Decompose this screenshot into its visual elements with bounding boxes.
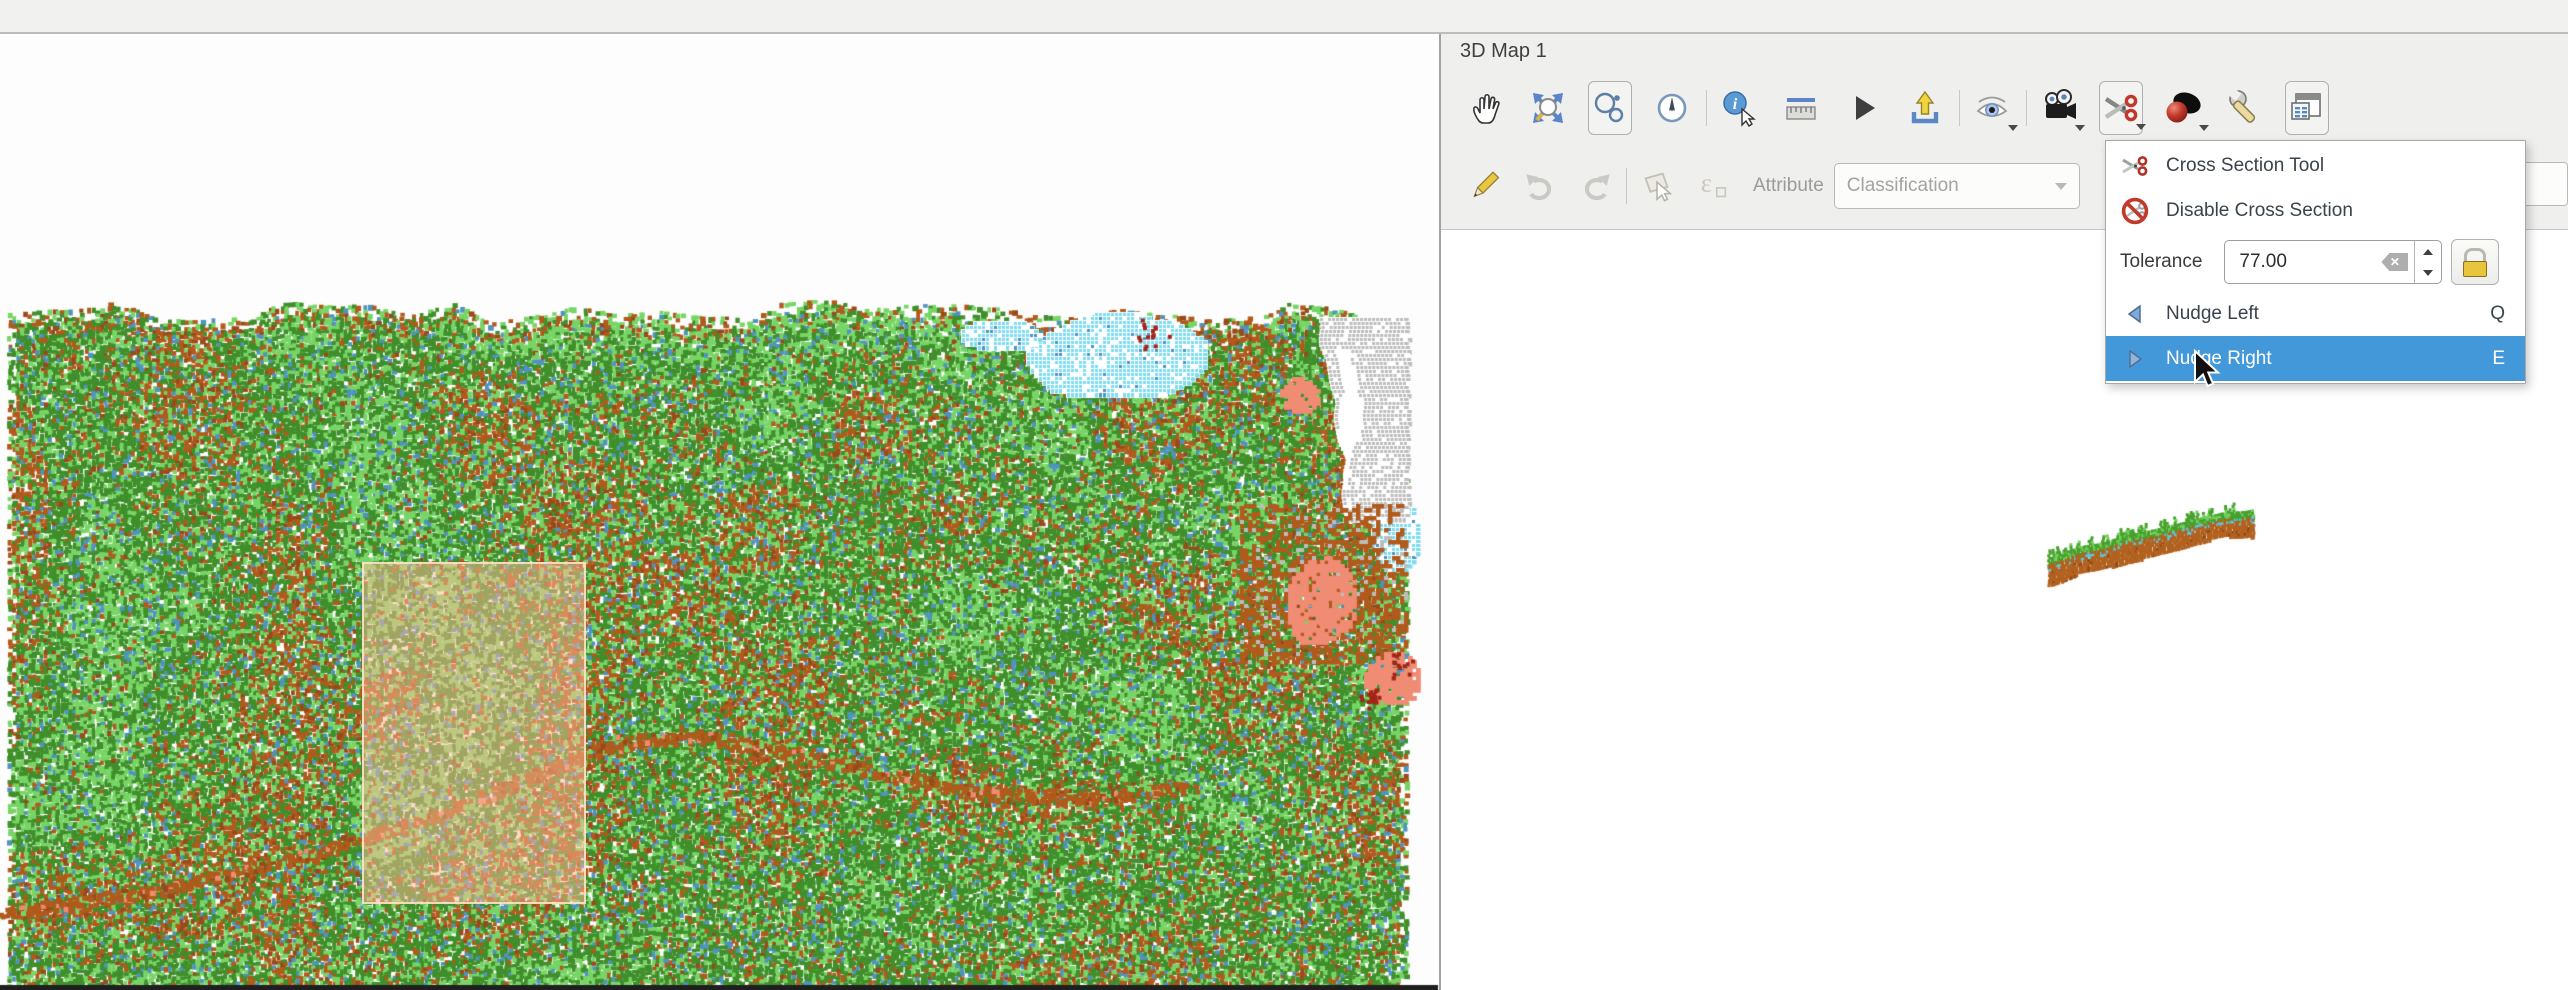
disable-cross-section-icon: [2120, 196, 2150, 226]
effects-button[interactable]: [1970, 81, 2014, 135]
nudge-right-icon: [2120, 344, 2150, 374]
measure-button[interactable]: [1779, 81, 1823, 135]
map-canvas-area[interactable]: [0, 34, 1439, 990]
configure-wrench-icon: [2225, 88, 2265, 128]
chevron-down-icon: [2055, 183, 2067, 190]
identify-icon: i: [1719, 88, 1759, 128]
identify-button[interactable]: i: [1717, 81, 1761, 135]
cross-section-icon: [2101, 88, 2141, 128]
toolbar-separator: [2026, 90, 2027, 126]
configure-button[interactable]: [2223, 81, 2267, 135]
tolerance-row: Tolerance 77.00 ✕: [2106, 233, 2525, 291]
undo-button[interactable]: [1520, 163, 1560, 209]
spin-up-button[interactable]: [2415, 241, 2441, 262]
camera-icon: [2039, 88, 2079, 128]
up-arrow-icon: [2423, 249, 2433, 255]
effects-eye-icon: [1972, 88, 2012, 128]
toggle-editing-button[interactable]: [1464, 163, 1504, 209]
pencil-icon: [1465, 167, 1503, 205]
down-arrow-icon: [2423, 270, 2433, 276]
dropdown-arrow-icon: [2075, 125, 2085, 131]
animation-play-button[interactable]: [1841, 81, 1885, 135]
console-window-icon: [2287, 88, 2327, 128]
select-by-polygon-button[interactable]: [1637, 163, 1677, 209]
cross-section-menu: Cross Section Tool Disable Cross Section…: [2105, 140, 2526, 384]
assign-value-button[interactable]: ε: [1693, 163, 1733, 209]
dropdown-arrow-icon: [2136, 124, 2146, 130]
zoom-full-button[interactable]: [1526, 81, 1570, 135]
select-polygon-icon: [1638, 167, 1676, 205]
shortcut-label: Q: [2490, 303, 2505, 325]
change-attribute-tool-button[interactable]: [1588, 81, 1632, 135]
menu-item-label: Nudge Left: [2166, 303, 2259, 325]
scissors-icon: [2120, 151, 2150, 181]
dropdown-arrow-icon: [2199, 125, 2209, 131]
tolerance-value: 77.00: [2239, 251, 2381, 273]
pan-button[interactable]: [1464, 81, 1508, 135]
selection-rectangle: [362, 562, 586, 904]
change-attribute-tool-icon: [1590, 88, 1630, 128]
lock-tolerance-button[interactable]: [2451, 239, 2499, 285]
undo-icon: [1522, 168, 1558, 204]
console-window-button[interactable]: [2285, 81, 2329, 135]
export-scene-icon: [1905, 88, 1945, 128]
svg-text:ε: ε: [1701, 168, 1712, 198]
cross-section-point-cloud: [2030, 484, 2280, 594]
padlock-icon: [2464, 248, 2486, 262]
clear-field-icon[interactable]: ✕: [2381, 253, 2408, 271]
export-scene-button[interactable]: [1903, 81, 1947, 135]
mouse-cursor: [2192, 349, 2224, 393]
menu-item-disable-cross-section[interactable]: Disable Cross Section: [2106, 188, 2525, 233]
camera-orientation-button[interactable]: [1650, 81, 1694, 135]
point-cloud-map[interactable]: [0, 34, 1439, 990]
point-cloud-edit-toolbar: ε Attribute Classification: [1464, 158, 2080, 214]
measure-icon: [1781, 88, 1821, 128]
spinner-buttons: [2414, 241, 2441, 283]
redo-button[interactable]: [1576, 163, 1616, 209]
shadow-sphere-icon: [2163, 88, 2203, 128]
menu-item-label: Cross Section Tool: [2166, 155, 2324, 177]
toolbar-separator: [1959, 90, 1960, 126]
panel-title: 3D Map 1: [1460, 40, 1547, 63]
shortcut-label: E: [2492, 348, 2505, 370]
shadow-button[interactable]: [2161, 81, 2205, 135]
toolbar-separator: [1626, 168, 1627, 204]
redo-icon: [1578, 168, 1614, 204]
camera-orientation-icon: [1652, 88, 1692, 128]
zoom-full-icon: [1528, 88, 1568, 128]
application-window: 3D Map 1: [0, 0, 2568, 990]
nudge-left-icon: [2120, 299, 2150, 329]
menu-item-nudge-right[interactable]: Nudge Right E: [2106, 336, 2525, 381]
menu-item-label: Disable Cross Section: [2166, 200, 2353, 222]
cross-section-button[interactable]: [2099, 81, 2143, 135]
dropdown-arrow-icon: [2008, 125, 2018, 131]
attribute-combobox[interactable]: Classification: [1834, 163, 2080, 209]
attribute-label: Attribute: [1753, 175, 1824, 197]
epsilon-icon: ε: [1694, 167, 1732, 205]
window-top-bar: [0, 0, 2568, 34]
animation-play-icon: [1843, 88, 1883, 128]
tolerance-spinbox[interactable]: 77.00 ✕: [2224, 240, 2442, 284]
pan-hand-icon: [1466, 88, 1506, 128]
svg-text:i: i: [1733, 96, 1738, 113]
tolerance-label: Tolerance: [2120, 251, 2202, 273]
3d-map-toolbar: i: [1464, 79, 2347, 137]
menu-item-cross-section-tool[interactable]: Cross Section Tool: [2106, 143, 2525, 188]
attribute-combobox-value: Classification: [1847, 175, 1959, 197]
toolbar-separator: [1706, 90, 1707, 126]
animation-camera-button[interactable]: [2037, 81, 2081, 135]
menu-item-nudge-left[interactable]: Nudge Left Q: [2106, 291, 2525, 336]
spin-down-button[interactable]: [2415, 262, 2441, 283]
